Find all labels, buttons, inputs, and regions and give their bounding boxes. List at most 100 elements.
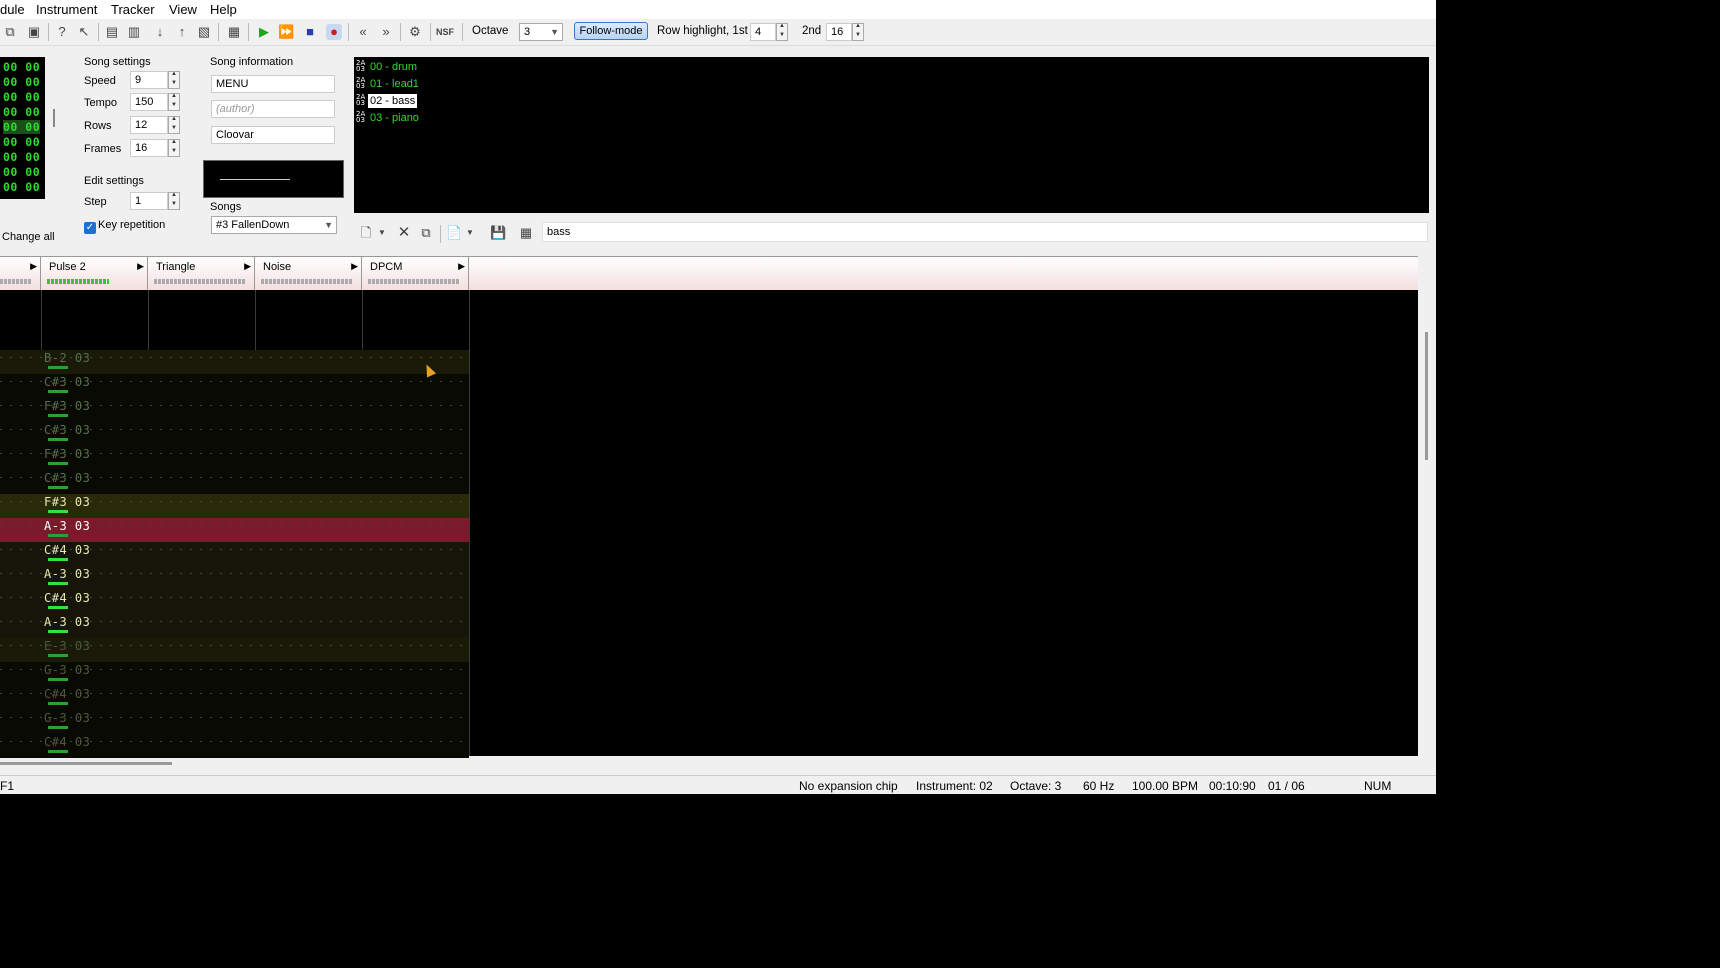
channel-header-noise[interactable]: Noise ▶ — [255, 257, 362, 291]
new-instrument-icon[interactable]: 🗋 — [358, 225, 374, 241]
pattern-row[interactable]: G-3 03 — [0, 710, 469, 734]
row-highlight-1st-spinner[interactable] — [776, 23, 788, 41]
tempo-spinner[interactable] — [168, 93, 180, 111]
pattern-horizontal-scrollbar[interactable] — [0, 762, 172, 765]
instrument-name-input[interactable]: bass — [542, 222, 1428, 242]
paste-icon[interactable]: ▣ — [26, 24, 42, 40]
context-help-icon[interactable]: ↖ — [76, 24, 92, 40]
instrument-item-selected[interactable]: 2A 03 02 - bass — [356, 94, 418, 108]
chevron-down-icon[interactable]: ▼ — [462, 225, 478, 241]
record-icon[interactable]: ● — [326, 24, 342, 40]
frame-list-scrollbar[interactable] — [53, 109, 55, 127]
frames-input[interactable]: 16 — [130, 139, 168, 157]
instrument-item[interactable]: 2A 03 03 - piano — [356, 111, 421, 125]
channel-expand-icon[interactable]: ▶ — [30, 261, 37, 272]
channel-header-triangle[interactable]: Triangle ▶ — [148, 257, 255, 291]
channel-header-dpcm[interactable]: DPCM ▶ — [362, 257, 469, 291]
pattern-row[interactable]: B-2 03 — [0, 350, 469, 374]
row-highlight-1st-input[interactable]: 4 — [750, 23, 776, 41]
insert-frame-icon[interactable]: ▤ — [104, 24, 120, 40]
remove-instrument-icon[interactable]: ✕ — [396, 225, 412, 241]
help-icon[interactable]: ? — [54, 24, 70, 40]
previous-track-icon[interactable]: « — [355, 24, 371, 40]
pattern-row[interactable]: G-3 03 — [0, 662, 469, 686]
pattern-row[interactable]: C#3 03 — [0, 470, 469, 494]
tempo-input[interactable]: 150 — [130, 93, 168, 111]
step-input[interactable]: 1 — [130, 192, 168, 210]
pattern-row[interactable]: A-3 03 — [0, 614, 469, 638]
move-frame-up-icon[interactable]: ↑ — [174, 24, 190, 40]
pattern-row[interactable]: A-3 03 — [0, 566, 469, 590]
channel-expand-icon[interactable]: ▶ — [244, 261, 251, 272]
channel-expand-icon[interactable]: ▶ — [137, 261, 144, 272]
pattern-editor[interactable]: B-2 03 C#3 03 F#3 03 C#3 03 F#3 03 C#3 03 F#3 … — [0, 290, 1418, 758]
key-repetition-checkbox[interactable]: ✓ Key repetition — [84, 219, 165, 234]
frame-row[interactable]: 00 00 — [3, 165, 40, 179]
menu-module[interactable]: dule — [0, 2, 25, 17]
channel-header-pulse2[interactable]: Pulse 2 ▶ — [41, 257, 148, 291]
menu-help[interactable]: Help — [210, 2, 237, 17]
frame-row[interactable]: 00 00 — [3, 180, 40, 194]
pattern-row[interactable]: C#4 03 — [0, 542, 469, 566]
frame-row[interactable]: 00 00 — [3, 90, 40, 104]
song-name-input[interactable]: MENU — [211, 75, 335, 93]
pattern-row-cursor[interactable]: A-3 03 — [0, 518, 469, 542]
song-select[interactable]: #3 FallenDown ▼ — [211, 216, 337, 234]
rows-input[interactable]: 12 — [130, 116, 168, 134]
settings-icon[interactable]: ⚙ — [407, 24, 423, 40]
pattern-row[interactable]: F#3 03 — [0, 446, 469, 470]
play-loop-icon[interactable]: ⏩ — [278, 24, 294, 40]
pattern-row[interactable]: F#3 03 — [0, 398, 469, 422]
menu-tracker[interactable]: Tracker — [111, 2, 155, 17]
nsf-export-icon[interactable]: NSF — [436, 24, 454, 40]
change-all-checkbox[interactable]: Change all — [2, 231, 55, 243]
follow-mode-button[interactable]: Follow-mode — [574, 22, 648, 40]
frame-row[interactable]: 00 00 — [3, 60, 40, 74]
instrument-item[interactable]: 2A 03 01 - lead1 — [356, 77, 421, 91]
channel-header-pulse1[interactable]: ▶ — [0, 257, 41, 291]
frame-row[interactable]: 00 00 — [3, 75, 40, 89]
stop-icon[interactable]: ■ — [302, 24, 318, 40]
remove-frame-icon[interactable]: ▥ — [126, 24, 142, 40]
next-track-icon[interactable]: » — [378, 24, 394, 40]
row-highlight-2nd-spinner[interactable] — [852, 23, 864, 41]
pattern-row[interactable]: C#3 03 — [0, 422, 469, 446]
row-highlight-2nd-input[interactable]: 16 — [826, 23, 852, 41]
module-properties-icon[interactable]: ▦ — [226, 24, 242, 40]
speed-input[interactable]: 9 — [130, 71, 168, 89]
frame-row[interactable]: 00 00 — [3, 135, 40, 149]
pattern-row[interactable]: C#4 03 — [0, 734, 469, 758]
octave-select[interactable]: 3 ▼ — [519, 23, 563, 41]
save-instrument-icon[interactable]: 💾 — [490, 225, 506, 241]
pattern-row[interactable]: C#3 03 — [0, 374, 469, 398]
channel-expand-icon[interactable]: ▶ — [458, 261, 465, 272]
load-instrument-icon[interactable]: 📄 — [446, 225, 462, 241]
author-input[interactable]: (author) — [211, 100, 335, 118]
duplicate-frame-icon[interactable]: ▧ — [196, 24, 212, 40]
menu-view[interactable]: View — [169, 2, 197, 17]
pattern-row[interactable]: C#4 03 — [0, 590, 469, 614]
frame-row-current[interactable]: 00 00 — [3, 120, 41, 134]
copyright-input[interactable]: Cloovar — [211, 126, 335, 144]
chevron-down-icon[interactable]: ▼ — [374, 225, 390, 241]
copy-icon[interactable]: ⧉ — [2, 24, 18, 40]
pattern-vertical-scrollbar[interactable] — [1425, 332, 1428, 460]
channel-expand-icon[interactable]: ▶ — [351, 261, 358, 272]
instrument-list[interactable]: 2A 03 00 - drum 2A 03 01 - lead1 2A 03 02 -… — [354, 57, 1429, 213]
pattern-row[interactable]: F#3 03 — [0, 494, 469, 518]
pattern-row[interactable]: C#4 03 — [0, 686, 469, 710]
move-frame-down-icon[interactable]: ↓ — [152, 24, 168, 40]
frame-row[interactable]: 00 00 — [3, 150, 40, 164]
edit-instrument-icon[interactable]: ▦ — [518, 225, 534, 241]
pattern-row[interactable]: E-3 03 — [0, 638, 469, 662]
play-icon[interactable]: ▶ — [256, 24, 272, 40]
frame-list[interactable]: 00 00 00 00 00 00 00 00 00 00 00 00 00 0… — [0, 57, 45, 199]
menu-instrument[interactable]: Instrument — [36, 2, 97, 17]
clone-instrument-icon[interactable]: ⧉ — [418, 225, 434, 241]
frame-row[interactable]: 00 00 — [3, 105, 40, 119]
speed-spinner[interactable] — [168, 71, 180, 89]
step-spinner[interactable] — [168, 192, 180, 210]
rows-spinner[interactable] — [168, 116, 180, 134]
frames-spinner[interactable] — [168, 139, 180, 157]
instrument-item[interactable]: 2A 03 00 - drum — [356, 60, 419, 74]
